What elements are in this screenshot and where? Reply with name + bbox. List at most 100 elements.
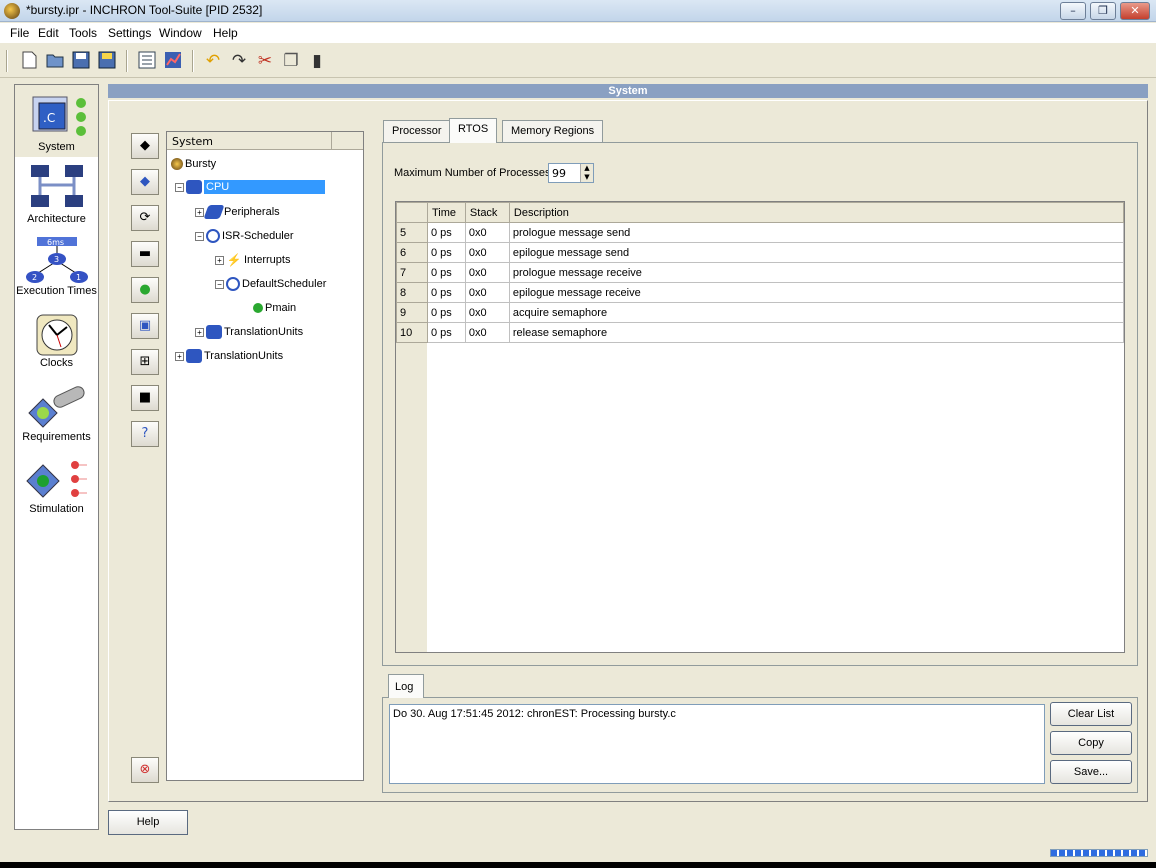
tree-node-translation-units[interactable]: + TranslationUnits — [175, 346, 283, 366]
cut-icon[interactable]: ✂ — [254, 50, 276, 72]
nav-system[interactable]: .C System — [15, 85, 98, 157]
description-cell[interactable]: prologue message receive — [508, 262, 1125, 283]
open-icon[interactable] — [44, 50, 66, 72]
nav-architecture[interactable]: Architecture — [15, 161, 98, 231]
expand-icon[interactable]: + — [215, 255, 224, 265]
table-row[interactable]: 50 ps 0x0 prologue message send — [396, 222, 1125, 243]
chart-icon[interactable] — [162, 50, 184, 72]
tab-log[interactable]: Log — [388, 674, 424, 698]
menu-edit[interactable]: Edit — [38, 26, 59, 40]
menu-settings[interactable]: Settings — [108, 26, 151, 40]
table-row[interactable]: 60 ps 0x0 epilogue message send — [396, 242, 1125, 263]
spin-arrows-icon[interactable]: ▲ ▼ — [580, 164, 593, 182]
peripheral-icon[interactable]: ◆ — [131, 169, 159, 195]
expand-icon[interactable]: + — [175, 351, 184, 361]
stack-cell[interactable]: 0x0 — [464, 302, 510, 323]
time-cell[interactable]: 0 ps — [426, 282, 466, 303]
save-all-icon[interactable] — [96, 50, 118, 72]
column-header-time[interactable]: Time — [426, 202, 466, 223]
tree-node-interrupts[interactable]: + ⚡ Interrupts — [215, 250, 290, 270]
help-button[interactable]: Help — [108, 810, 188, 835]
delete-icon[interactable]: ⊗ — [131, 757, 159, 783]
copy-button[interactable]: Copy — [1050, 731, 1132, 755]
copy-icon[interactable]: ❐ — [280, 50, 302, 72]
toolbar: ↶ ↷ ✂ ❐ ▮ — [0, 44, 1156, 78]
minimize-button[interactable]: – — [1060, 2, 1086, 20]
menu-file[interactable]: File — [10, 26, 29, 40]
nav-clocks[interactable]: Clocks — [15, 311, 98, 377]
column-header-description[interactable]: Description — [508, 202, 1125, 223]
block-icon[interactable]: ■ — [131, 385, 159, 411]
stack-cell[interactable]: 0x0 — [464, 282, 510, 303]
description-cell[interactable]: acquire semaphore — [508, 302, 1125, 323]
clear-list-button[interactable]: Clear List — [1050, 702, 1132, 726]
tree-node-label: Pmain — [265, 302, 297, 314]
description-cell[interactable]: release semaphore — [508, 322, 1125, 343]
collapse-icon[interactable]: − — [175, 182, 184, 192]
tree-node-translation-units-cpu[interactable]: + TranslationUnits — [195, 322, 303, 342]
tree-node-cpu[interactable]: − CPU — [175, 177, 326, 197]
table-row[interactable]: 10 0 ps 0x0 release semaphore — [396, 322, 1125, 343]
stack-cell[interactable]: 0x0 — [464, 222, 510, 243]
menu-window[interactable]: Window — [159, 26, 202, 40]
tree-node-peripherals[interactable]: + Peripherals — [195, 202, 280, 222]
tab-rtos[interactable]: RTOS — [449, 118, 498, 143]
tree-node-isr-scheduler[interactable]: − ISR-Scheduler — [195, 226, 294, 246]
expand-icon[interactable]: + — [195, 327, 204, 337]
status-bar — [0, 862, 1156, 868]
rtos-table[interactable]: Time Stack Description 50 ps 0x0 prologue … — [395, 201, 1125, 653]
nav-stimulation[interactable]: Stimulation — [15, 455, 98, 521]
time-cell[interactable]: 0 ps — [426, 242, 466, 263]
collapse-icon[interactable]: − — [215, 279, 224, 289]
stack-cell[interactable]: 0x0 — [464, 262, 510, 283]
time-cell[interactable]: 0 ps — [426, 262, 466, 283]
tree-node-bursty[interactable]: Bursty — [171, 154, 216, 174]
description-cell[interactable]: epilogue message receive — [508, 282, 1125, 303]
tree-node-pmain[interactable]: Pmain — [253, 298, 296, 318]
nav-label: Stimulation — [29, 503, 84, 515]
time-cell[interactable]: 0 ps — [426, 222, 466, 243]
navigation-panel: .C System Architecture 6ms 3 2 1 Execution … — [14, 84, 99, 830]
nav-execution-times[interactable]: 6ms 3 2 1 Execution Times — [15, 233, 98, 303]
tab-memory-regions[interactable]: Memory Regions — [502, 120, 604, 142]
description-cell[interactable]: prologue message send — [508, 222, 1125, 243]
column-header-stack[interactable]: Stack — [464, 202, 510, 223]
collapse-icon[interactable]: − — [195, 231, 204, 241]
expand-icon[interactable]: + — [195, 207, 204, 217]
tab-processor[interactable]: Processor — [383, 120, 451, 142]
table-row[interactable]: 90 ps 0x0 acquire semaphore — [396, 302, 1125, 323]
table-row[interactable]: 70 ps 0x0 prologue message receive — [396, 262, 1125, 283]
tag-icon[interactable]: ◆ — [131, 133, 159, 159]
stack-cell[interactable]: 0x0 — [464, 322, 510, 343]
maximize-button[interactable]: ❐ — [1090, 2, 1116, 20]
description-cell[interactable]: epilogue message send — [508, 242, 1125, 263]
close-button[interactable]: ✕ — [1120, 2, 1150, 20]
undo-icon[interactable]: ↶ — [202, 50, 224, 72]
paste-icon[interactable]: ▮ — [306, 50, 328, 72]
process-icon[interactable]: ● — [131, 277, 159, 303]
save-button[interactable]: Save... — [1050, 760, 1132, 784]
tree-node-default-scheduler[interactable]: − DefaultScheduler — [215, 274, 326, 294]
menu-tools[interactable]: Tools — [69, 26, 97, 40]
time-cell[interactable]: 0 ps — [426, 322, 466, 343]
time-cell[interactable]: 0 ps — [426, 302, 466, 323]
log-output[interactable]: Do 30. Aug 17:51:45 2012: chronEST: Proc… — [389, 704, 1045, 784]
rtos-table-grid: Time Stack Description 50 ps 0x0 prologue … — [396, 202, 1125, 343]
stack-cell[interactable]: 0x0 — [464, 242, 510, 263]
scheduler-icon[interactable]: ⟳ — [131, 205, 159, 231]
properties-icon[interactable] — [136, 50, 158, 72]
help-icon[interactable]: ? — [131, 421, 159, 447]
rectangle-icon[interactable]: ▬ — [131, 241, 159, 267]
table-row[interactable]: 80 ps 0x0 epilogue message receive — [396, 282, 1125, 303]
max-processes-spinbox[interactable]: 99 ▲ ▼ — [548, 163, 594, 183]
nav-requirements[interactable]: Requirements — [15, 381, 98, 449]
tree-header-label: System — [172, 135, 214, 148]
new-icon[interactable] — [18, 50, 40, 72]
menu-help[interactable]: Help — [213, 26, 238, 40]
system-tree[interactable]: System Bursty − CPU + Peripherals − ISR-Sch… — [166, 131, 364, 781]
save-icon[interactable] — [70, 50, 92, 72]
app-icon — [4, 3, 20, 19]
redo-icon[interactable]: ↷ — [228, 50, 250, 72]
hierarchy-icon[interactable]: ⊞ — [131, 349, 159, 375]
translation-unit-icon[interactable]: ▣ — [131, 313, 159, 339]
